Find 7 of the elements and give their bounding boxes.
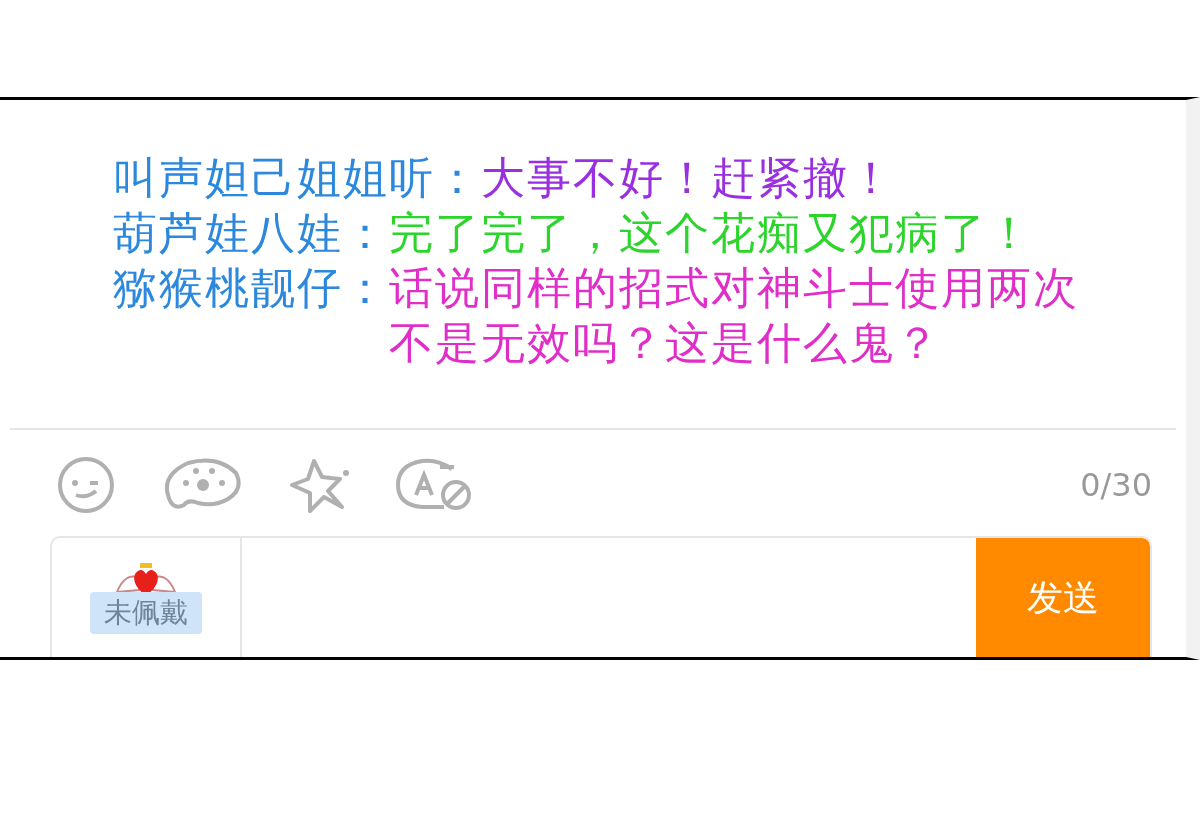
- character-counter: 0/30: [1080, 466, 1152, 504]
- message-text: 话说同样的招式对神斗士使用两次不是无效吗？这是什么鬼？: [389, 261, 1080, 370]
- sender-name: 猕猴桃靓仔：: [113, 261, 389, 315]
- message-text: 大事不好！赶紧撤！: [481, 151, 895, 205]
- sender-name: 葫芦娃八娃：: [113, 206, 389, 260]
- message-text: 完了完了，这个花痴又犯病了！: [389, 206, 1033, 260]
- sender-name: 叫声妲己姐姐听：: [113, 151, 481, 205]
